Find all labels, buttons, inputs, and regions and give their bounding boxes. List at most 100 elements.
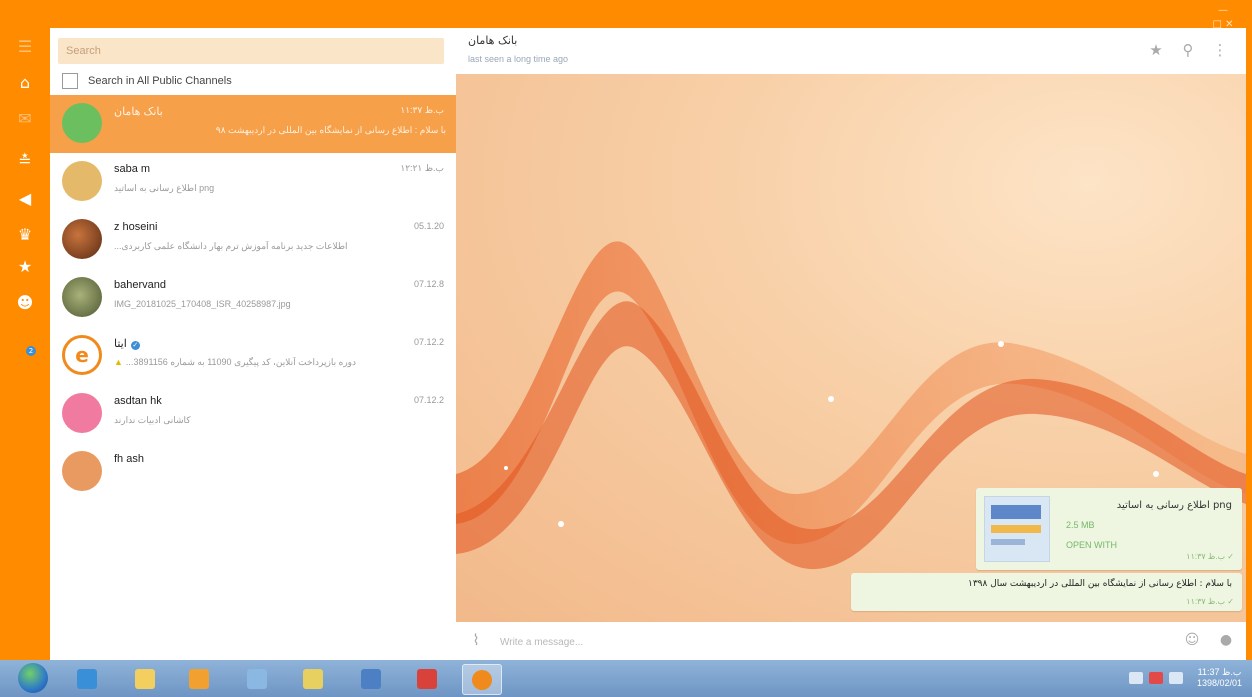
chat-time: 05.1.20 <box>413 221 444 231</box>
avatar <box>62 277 102 317</box>
avatar <box>62 393 102 433</box>
thumb-band-yellow <box>991 525 1041 533</box>
tray-network-icon[interactable] <box>1128 672 1143 684</box>
chat-sidebar: Search in All Public Channels بانک هامان… <box>50 28 456 660</box>
chat-time: 07.12.2 <box>413 337 444 347</box>
chat-list: بانک هامان ۱۱:۳۷ ب.ظ با سلام : اطلاع رسا… <box>50 95 456 501</box>
public-channels-label: Search in All Public Channels <box>88 75 232 87</box>
warning-icon: ▲ <box>114 357 123 367</box>
chat-wallpaper: png اطلاع رسانی به اساتید 2.5 MB OPEN WI… <box>456 74 1246 622</box>
message-body: با سلام : اطلاع رسانی از نمایشگاه بین ال… <box>968 579 1232 589</box>
chat-time: ۱۱:۳۷ ب.ظ <box>400 105 444 115</box>
chat-item[interactable]: e ایتا ✓ 07.12.2 ▲ ...دوره بازپرداخت آنلای… <box>50 327 456 385</box>
rail-badge: 2 <box>26 346 36 356</box>
taskbar-media[interactable] <box>180 664 218 693</box>
chat-name: ایتا ✓ <box>114 337 334 350</box>
favorites-icon[interactable]: ★ <box>14 256 36 278</box>
chat-name-text: ایتا <box>114 338 127 350</box>
internet-explorer-icon <box>77 669 97 689</box>
message-composer: ⌇ ☺ ● <box>456 622 1246 660</box>
text-message[interactable]: با سلام : اطلاع رسانی از نمایشگاه بین ال… <box>851 573 1242 611</box>
chat-preview: با سلام : اطلاع رسانی از نمایشگاه بین ال… <box>215 125 446 135</box>
start-button[interactable] <box>18 663 48 693</box>
unread-icon[interactable]: ✉ <box>14 108 36 130</box>
search-app-icon <box>247 669 267 689</box>
microphone-icon[interactable]: ● <box>1216 630 1236 650</box>
chat-name: fh ash <box>114 453 144 465</box>
notes-icon <box>303 669 323 689</box>
message-time: ۱۱:۳۷ ب.ظ ✓ <box>1186 552 1234 561</box>
more-vertical-icon[interactable]: ⋮ <box>1210 40 1230 60</box>
taskbar-notes[interactable] <box>294 664 332 693</box>
display-icon <box>361 669 381 689</box>
search-box[interactable] <box>58 38 444 64</box>
left-rail: ☰ ⌂ ✉ ≛ ◀ ♛ ★ ☻ 2 <box>0 28 50 660</box>
chat-item[interactable]: fh ash <box>50 443 456 501</box>
taskbar-display[interactable] <box>352 664 390 693</box>
thumb-band-blue <box>991 505 1041 519</box>
avatar <box>62 103 102 143</box>
chat-item[interactable]: bahervand 07.12.8 IMG_20181025_170408_IS… <box>50 269 456 327</box>
open-with-link[interactable]: OPEN WITH <box>1066 540 1117 550</box>
star-icon[interactable]: ★ <box>1146 40 1166 60</box>
avatar <box>62 219 102 259</box>
conversation-panel: بانک هامان last seen a long time ago ★ ⚲… <box>456 28 1246 660</box>
chat-name: asdtan hk <box>114 395 162 407</box>
public-channels-checkbox[interactable] <box>62 73 78 89</box>
chat-item[interactable]: asdtan hk 07.12.2 کاشانی ادبیات ندارند <box>50 385 456 443</box>
file-name: png اطلاع رسانی به اساتید <box>1116 500 1232 511</box>
taskbar-calendar[interactable] <box>408 664 446 693</box>
system-tray: 11:37 ب.ظ 1398/02/01 <box>1123 666 1242 690</box>
conversation-title[interactable]: بانک هامان <box>468 34 517 47</box>
search-icon[interactable]: ⚲ <box>1178 40 1198 60</box>
public-channels-toggle[interactable]: Search in All Public Channels <box>62 72 232 90</box>
chat-preview: IMG_20181025_170408_ISR_40258987.jpg <box>114 299 291 309</box>
taskbar-search[interactable] <box>238 664 276 693</box>
crown-icon[interactable]: ♛ <box>14 224 36 246</box>
folder-icon <box>135 669 155 689</box>
chat-item[interactable]: بانک هامان ۱۱:۳۷ ب.ظ با سلام : اطلاع رسا… <box>50 95 456 153</box>
chat-preview: png اطلاع رسانی به اساتید <box>114 183 215 193</box>
attach-icon[interactable]: ⌇ <box>466 630 486 650</box>
chat-preview: ▲ ...دوره بازپرداخت آنلاین، کد پیگیری 110… <box>114 357 446 368</box>
tray-volume-icon[interactable] <box>1168 672 1183 684</box>
file-size: 2.5 MB <box>1066 520 1095 530</box>
menu-icon[interactable]: ☰ <box>14 36 36 58</box>
eita-logo-icon: e <box>62 335 102 375</box>
chat-item[interactable]: z hoseini 05.1.20 ...اطلاعات جدید برنامه… <box>50 211 456 269</box>
taskbar-eita[interactable] <box>462 664 502 695</box>
emoji-icon[interactable]: ☺ <box>1182 630 1202 650</box>
chat-time: ۱۲:۲۱ ب.ظ <box>400 163 444 173</box>
file-message[interactable]: png اطلاع رسانی به اساتید 2.5 MB OPEN WI… <box>976 488 1242 570</box>
eita-app-icon <box>472 670 492 690</box>
chat-preview: ...اطلاعات جدید برنامه آموزش ترم بهار دا… <box>114 241 348 251</box>
window-controls[interactable]: — □ ✕ <box>1212 4 1234 30</box>
avatar <box>62 161 102 201</box>
conversation-status: last seen a long time ago <box>468 54 569 64</box>
verified-icon: ✓ <box>130 341 140 350</box>
bot-icon[interactable]: ☻ <box>14 292 36 314</box>
chat-preview-text: ...دوره بازپرداخت آنلاین، کد پیگیری 1109… <box>125 357 357 367</box>
message-time: ۱۱:۳۷ ب.ظ ✓ <box>1186 597 1234 606</box>
clock-time: 11:37 ب.ظ <box>1197 667 1242 677</box>
tray-flag-icon[interactable] <box>1148 672 1163 684</box>
home-icon[interactable]: ⌂ <box>14 72 36 94</box>
taskbar-explorer[interactable] <box>126 664 164 693</box>
chat-time: 07.12.8 <box>413 279 444 289</box>
message-input[interactable] <box>498 630 1142 654</box>
avatar <box>62 451 102 491</box>
chat-name: saba m <box>114 163 151 175</box>
title-bar: — □ ✕ <box>0 0 1252 30</box>
taskbar-ie[interactable] <box>68 664 106 693</box>
clock[interactable]: 11:37 ب.ظ 1398/02/01 <box>1197 667 1242 689</box>
chat-item[interactable]: saba m ۱۲:۲۱ ب.ظ png اطلاع رسانی به اسات… <box>50 153 456 211</box>
search-input[interactable] <box>58 38 444 64</box>
clock-date: 1398/02/01 <box>1196 678 1242 688</box>
groups-icon[interactable]: ≛ <box>14 150 36 172</box>
channels-icon[interactable]: ◀ <box>14 188 36 210</box>
calendar-icon <box>417 669 437 689</box>
chat-name: bahervand <box>114 279 166 291</box>
file-thumbnail[interactable] <box>984 496 1050 562</box>
chat-name: بانک هامان <box>114 106 163 118</box>
conversation-header: بانک هامان last seen a long time ago ★ ⚲… <box>456 28 1246 74</box>
